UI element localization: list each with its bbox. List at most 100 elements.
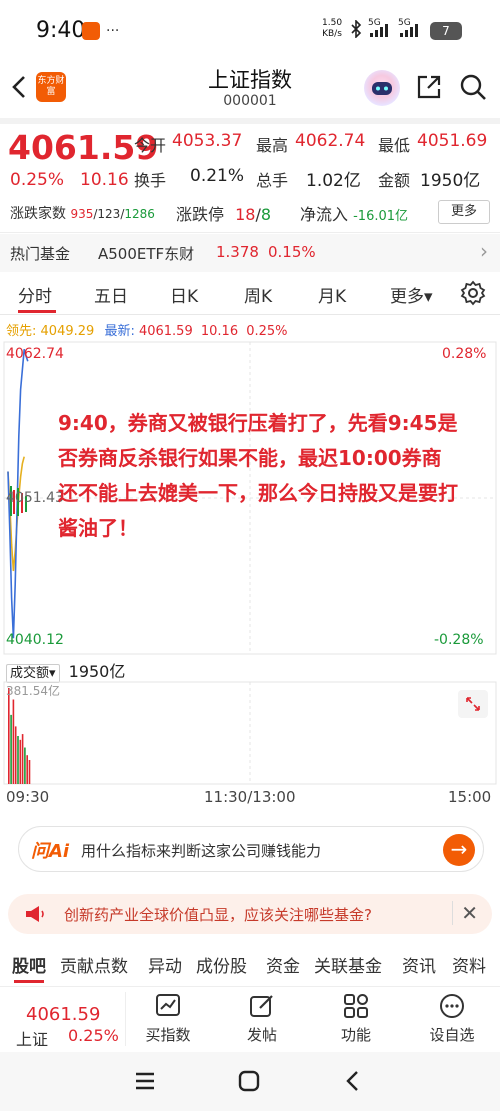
search-icon[interactable]	[458, 72, 488, 102]
netflow-label: 净流入	[300, 205, 349, 224]
volume-chart	[3, 681, 497, 785]
volume-select-label: 成交额	[10, 666, 50, 681]
promo-banner[interactable]: 创新药产业全球价值凸显，应该关注哪些基金? ✕	[8, 894, 492, 934]
breadth-flat: 123	[97, 207, 121, 221]
toolbar-pct: 0.25%	[68, 1026, 119, 1045]
high-label: 最高	[256, 136, 289, 155]
toolbar-quote[interactable]: 4061.59 上证 0.25%	[8, 992, 126, 1049]
breadth-down: 1286	[124, 207, 155, 221]
amount-label: 金额	[378, 171, 411, 190]
post-label: 发帖	[246, 1026, 277, 1044]
tab-movement[interactable]: 异动	[148, 952, 182, 977]
latest-value: 4061.59	[138, 324, 193, 339]
hot-fund-pct: 0.15%	[268, 243, 316, 261]
breadth-stats: 涨跌家数 935/123/1286	[10, 203, 155, 223]
volume-max-label: 381.54亿	[6, 684, 60, 698]
netflow-value: -16.01亿	[353, 209, 409, 224]
change-percent: 0.25%	[10, 170, 65, 190]
tab-related-funds[interactable]: 关联基金	[314, 952, 382, 977]
volume-bar	[28, 760, 31, 784]
latest-pct: 0.25%	[246, 324, 288, 339]
functions-label: 功能	[340, 1026, 371, 1044]
chart-info-line: 领先: 4049.29 最新: 4061.59 10.16 0.25%	[6, 320, 288, 339]
volume-total: 1950亿	[68, 662, 126, 681]
ai-robot-avatar[interactable]	[364, 70, 400, 106]
x-label-open: 09:30	[6, 788, 50, 806]
signal-bars-2	[400, 24, 418, 37]
arrow-right-icon[interactable]: →	[443, 834, 475, 866]
back-nav-icon[interactable]	[338, 1066, 368, 1096]
x-label-midday: 11:30/13:00	[204, 788, 296, 806]
edit-icon	[250, 995, 273, 1017]
active-tab-indicator	[18, 310, 56, 313]
more-notifications-icon: ···	[106, 23, 120, 39]
change-amount: 10.16	[80, 170, 129, 190]
tab-more[interactable]: 更多▾	[390, 282, 433, 307]
chart-tabs: 分时 五日 日K 周K 月K 更多▾	[0, 276, 500, 314]
buy-index-button[interactable]: 买指数	[128, 992, 208, 1045]
open-value: 4053.37	[172, 131, 243, 151]
tab-five-day[interactable]: 五日	[94, 282, 128, 307]
limit-down: 8	[260, 205, 272, 224]
lead-value: 4049.29	[40, 324, 95, 339]
netflow-stats: 净流入 -16.01亿	[300, 201, 408, 225]
high-value: 4062.74	[295, 131, 366, 151]
hot-fund-price: 1.378	[216, 243, 259, 261]
add-watchlist-button[interactable]: 设自选	[412, 992, 492, 1045]
promo-text: 创新药产业全球价值凸显，应该关注哪些基金?	[64, 906, 372, 924]
volume-header: 成交额▾ 1950亿	[6, 658, 126, 683]
share-icon[interactable]	[414, 72, 444, 102]
home-icon[interactable]	[234, 1066, 264, 1096]
user-annotation-text: 9:40，券商又被银行压着打了，先看9:45是否券商反杀银行如果不能，最迟10:…	[58, 411, 458, 540]
status-bar: 9:40 ··· 1.50 KB/s 5G 5G 7	[0, 0, 500, 62]
app-notification-icon	[82, 22, 100, 40]
megaphone-icon	[24, 904, 46, 924]
expand-icon[interactable]	[458, 690, 488, 718]
hot-fund-bar[interactable]: 热门基金 A500ETF东财 1.378 0.15% ›	[0, 234, 500, 272]
ai-question-bar[interactable]: 问Ai 用什么指标来判断这家公司赚钱能力 →	[18, 826, 484, 872]
y-max-label: 4062.74	[6, 346, 64, 362]
volume-bar	[19, 739, 22, 784]
open-label: 今开	[134, 136, 167, 155]
tab-monthly-k[interactable]: 月K	[318, 282, 346, 307]
chevron-down-icon: ▾	[49, 666, 56, 681]
tab-constituents[interactable]: 成份股	[196, 952, 247, 977]
volume-bars	[8, 688, 31, 784]
close-icon[interactable]: ✕	[452, 901, 478, 925]
divider	[0, 118, 500, 124]
volume-bar	[21, 734, 24, 784]
y-min-label: 4040.12	[6, 632, 64, 648]
breadth-up: 935	[70, 207, 94, 221]
low-label: 最低	[378, 136, 411, 155]
tab-intraday[interactable]: 分时	[18, 282, 52, 307]
menu-icon[interactable]	[130, 1066, 160, 1096]
tab-news[interactable]: 资讯	[402, 952, 436, 977]
toolbar-name: 上证	[16, 1030, 49, 1049]
more-stats-button[interactable]: 更多	[438, 200, 490, 224]
post-button[interactable]: 发帖	[222, 992, 302, 1045]
gear-icon[interactable]	[460, 280, 486, 306]
volume-label: 总手	[256, 171, 289, 190]
network-rate: 1.50 KB/s	[322, 18, 342, 40]
divider	[0, 314, 500, 315]
add-watchlist-label: 设自选	[429, 1026, 475, 1044]
pct-max-label: 0.28%	[442, 346, 487, 362]
tab-funds-flow[interactable]: 资金	[266, 952, 300, 977]
limit-stats: 涨跌停 18/8	[176, 201, 271, 225]
battery-indicator: 7	[430, 22, 462, 40]
tab-forum[interactable]: 股吧	[12, 952, 46, 977]
tab-weekly-k[interactable]: 周K	[244, 282, 272, 307]
amount-value: 1950亿	[420, 171, 481, 191]
tab-contribution[interactable]: 贡献点数	[60, 952, 128, 977]
tab-daily-k[interactable]: 日K	[170, 282, 198, 307]
tab-profile[interactable]: 资料	[452, 952, 486, 977]
divider	[0, 986, 500, 987]
x-label-close: 15:00	[448, 788, 492, 806]
system-nav-bar	[0, 1052, 500, 1111]
functions-button[interactable]: 功能	[316, 992, 396, 1045]
ai-logo: 问Ai	[31, 841, 70, 862]
active-tab-indicator	[14, 980, 44, 983]
status-time: 9:40	[36, 18, 86, 43]
volume-bar	[26, 755, 28, 784]
volume-bar	[10, 714, 12, 784]
